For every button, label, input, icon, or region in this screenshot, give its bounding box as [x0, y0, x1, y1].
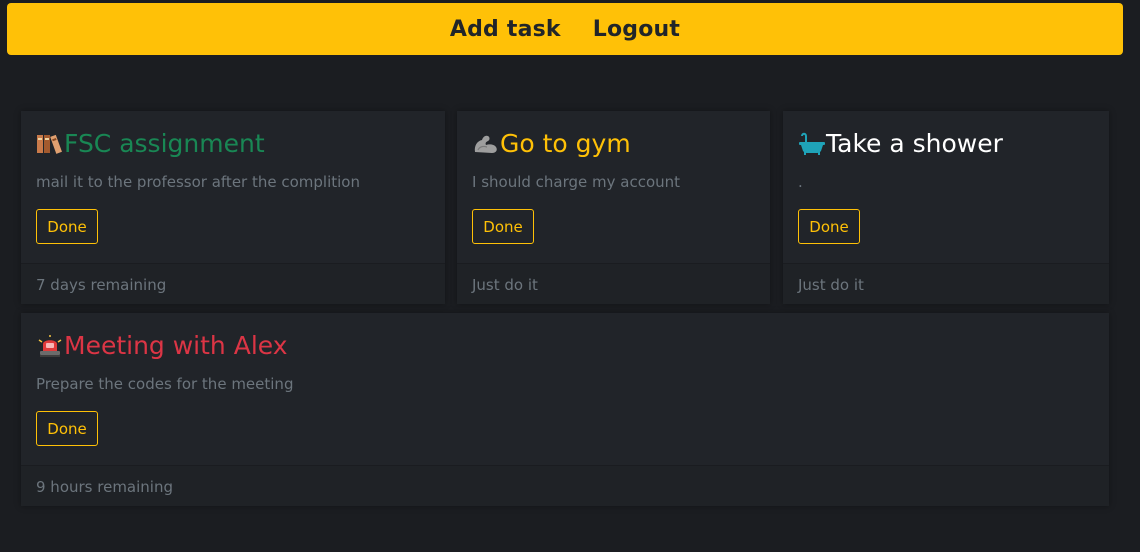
task-title-text: Meeting with Alex	[64, 331, 288, 360]
logout-link[interactable]: Logout	[593, 17, 680, 42]
task-title-text: Take a shower	[826, 129, 1003, 158]
top-navbar: Add task Logout	[7, 3, 1123, 55]
task-deadline: Just do it	[798, 276, 864, 294]
task-description: mail it to the professor after the compl…	[36, 173, 360, 191]
task-card-footer: Just do it	[783, 263, 1109, 304]
task-description: .	[798, 173, 803, 191]
bathtub-icon	[798, 132, 826, 156]
add-task-link[interactable]: Add task	[450, 17, 561, 42]
task-card: Take a shower . Done Just do it	[783, 111, 1109, 304]
task-description: I should charge my account	[472, 173, 681, 191]
task-card: Go to gym I should charge my account Don…	[457, 111, 770, 304]
task-card-body: Meeting with Alex Prepare the codes for …	[21, 313, 1109, 465]
done-button[interactable]: Done	[36, 209, 98, 244]
task-card: FSC assignment mail it to the professor …	[21, 111, 445, 304]
task-card-body: FSC assignment mail it to the professor …	[21, 111, 445, 263]
task-card-body: Go to gym I should charge my account Don…	[457, 111, 770, 263]
task-card-footer: 7 days remaining	[21, 263, 445, 304]
done-button[interactable]: Done	[798, 209, 860, 244]
task-description: Prepare the codes for the meeting	[36, 375, 294, 393]
task-deadline: 7 days remaining	[36, 276, 167, 294]
task-title: Take a shower	[798, 129, 1003, 158]
task-deadline: 9 hours remaining	[36, 478, 173, 496]
task-title: FSC assignment	[36, 129, 265, 158]
task-title: Go to gym	[472, 129, 631, 158]
task-card-footer: 9 hours remaining	[21, 465, 1109, 506]
task-card: Meeting with Alex Prepare the codes for …	[21, 313, 1109, 506]
task-title: Meeting with Alex	[36, 331, 288, 360]
books-icon	[36, 132, 64, 156]
done-button[interactable]: Done	[36, 411, 98, 446]
police-light-icon	[36, 334, 64, 358]
task-deadline: Just do it	[472, 276, 538, 294]
task-title-text: Go to gym	[500, 129, 631, 158]
task-title-text: FSC assignment	[64, 129, 265, 158]
done-button[interactable]: Done	[472, 209, 534, 244]
flexed-biceps-icon	[472, 132, 500, 156]
task-card-footer: Just do it	[457, 263, 770, 304]
task-card-body: Take a shower . Done	[783, 111, 1109, 263]
